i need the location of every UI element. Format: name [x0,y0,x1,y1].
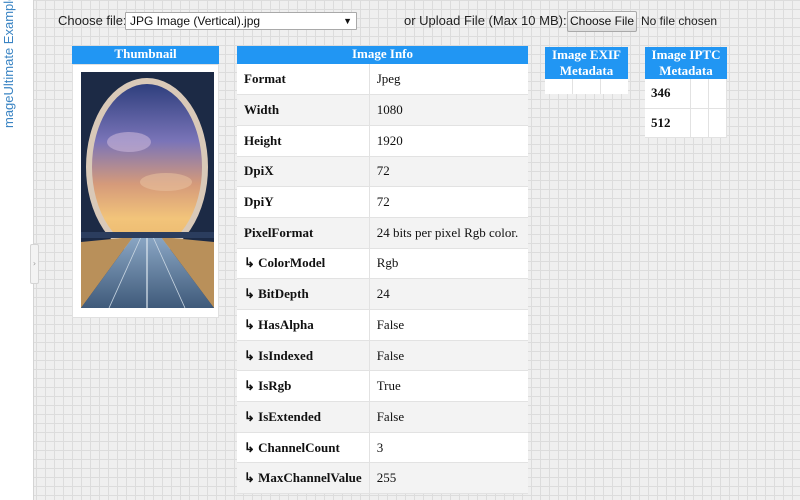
thumbnail-panel [72,64,219,318]
iptc-row: 512 [645,108,727,138]
exif-header: Image EXIF Metadata [545,47,628,79]
image-info-key: ↳ MaxChannelValue [237,462,370,495]
image-info-value: 255 [369,462,528,495]
image-info-value: False [369,340,528,372]
iptc-value: 346 [645,79,692,109]
image-info-value: 1920 [369,125,528,157]
image-info-value: False [369,309,528,341]
no-file-chosen-text: No file chosen [641,14,718,28]
iptc-cell [690,79,710,109]
iptc-cell [690,108,710,138]
image-info-table: Format Jpeg Width 1080 Height 1920 DpiX 72 DpiY 7… [237,64,528,495]
exif-cell [573,79,601,94]
iptc-header-line2: Metadata [659,63,713,78]
exif-header-line2: Metadata [559,63,614,78]
sidebar-toggle-handle[interactable]: › [30,244,39,284]
image-info-key: DpiX [237,156,370,188]
image-info-row: ↳ HasAlpha False [237,309,528,341]
image-info-value: False [369,401,528,433]
thumbnail-header: Thumbnail [72,46,219,64]
image-info-key: ↳ IsRgb [237,370,370,403]
image-info-row: ↳ IsIndexed False [237,340,528,372]
image-info-key: DpiY [237,186,370,218]
image-info-key: ↳ IsExtended [237,401,370,433]
image-info-row: PixelFormat 24 bits per pixel Rgb color. [237,217,528,249]
image-info-value: 24 [369,278,528,310]
image-info-row: Format Jpeg [237,64,528,96]
image-info-key: ↳ HasAlpha [237,309,370,341]
chevron-down-icon: ▼ [343,16,352,26]
image-info-row: ↳ IsRgb True [237,370,528,403]
choose-file-button[interactable]: Choose File [567,11,637,32]
image-info-value: 72 [369,186,528,218]
file-select-value: JPG Image (Vertical).jpg [130,14,261,28]
image-info-key: Format [237,64,370,96]
file-select[interactable]: JPG Image (Vertical).jpg ▼ [125,12,357,30]
iptc-cell [708,79,727,109]
exif-table [545,79,628,94]
image-info-value: True [369,370,528,403]
image-info-row: ↳ IsExtended False [237,401,528,433]
image-info-row: ↳ BitDepth 24 [237,278,528,310]
iptc-row: 346 [645,79,727,109]
image-info-row: ↳ ColorModel Rgb [237,248,528,280]
image-info-row: ↳ ChannelCount 3 [237,432,528,464]
thumbnail-image [81,72,214,308]
iptc-cell [708,108,727,138]
image-info-key: PixelFormat [237,217,370,249]
sidebar-title-link[interactable]: mageUltimate Examples [1,0,27,128]
iptc-header-line1: Image IPTC [651,47,721,62]
sidebar: mageUltimate Examples [0,0,34,500]
exif-cell [601,79,628,94]
image-info-key: Height [237,125,370,157]
image-info-key: ↳ ChannelCount [237,432,370,464]
upload-label: or Upload File (Max 10 MB): [404,13,567,28]
exif-cell [545,79,573,94]
image-info-value: Rgb [369,248,528,280]
iptc-table: 346 512 [645,79,727,138]
image-info-value: 3 [369,432,528,464]
image-info-value: 1080 [369,94,528,126]
image-info-row: DpiX 72 [237,156,528,188]
image-info-row: Height 1920 [237,125,528,157]
image-info-value: Jpeg [369,64,528,96]
image-info-key: ↳ IsIndexed [237,340,370,372]
image-info-row: DpiY 72 [237,186,528,218]
image-info-key: ↳ BitDepth [237,278,370,310]
image-info-header: Image Info [237,46,528,64]
iptc-header: Image IPTC Metadata [645,47,727,79]
image-info-value: 72 [369,156,528,188]
choose-file-label: Choose file: [58,13,127,28]
image-info-key: Width [237,94,370,126]
image-info-key: ↳ ColorModel [237,248,370,280]
exif-header-line1: Image EXIF [552,47,621,62]
iptc-value: 512 [645,108,692,138]
image-info-row: ↳ MaxChannelValue 255 [237,462,528,495]
image-info-row: Width 1080 [237,94,528,126]
image-info-value: 24 bits per pixel Rgb color. [369,217,528,249]
